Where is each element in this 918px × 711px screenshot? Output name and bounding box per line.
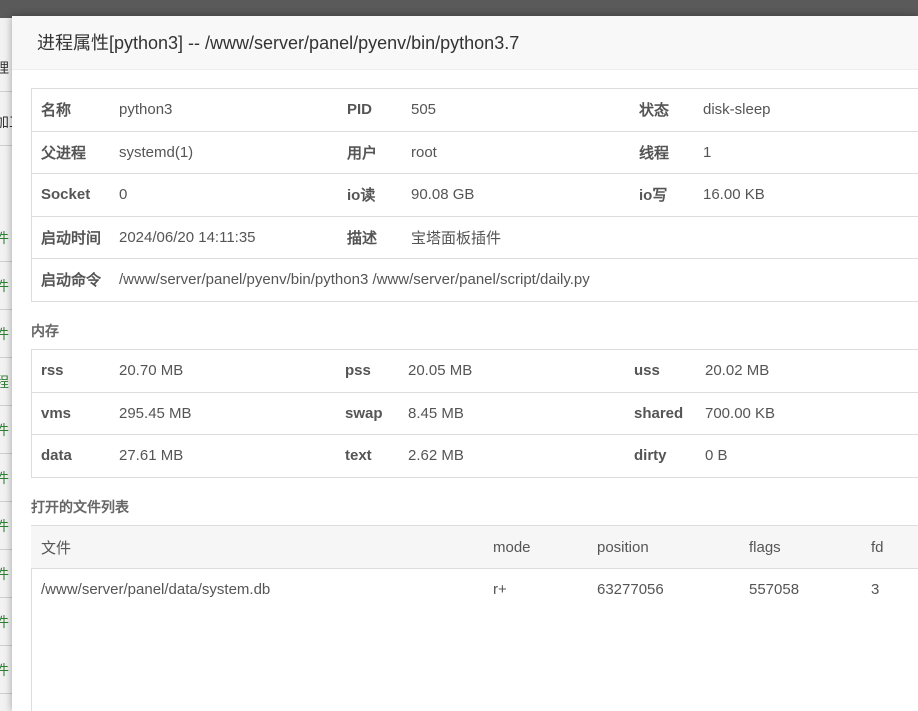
table-row: 启动命令 /www/server/panel/pyenv/bin/python3… [31, 258, 918, 302]
open-files-table: 文件 mode position flags fd /www/server/pa… [31, 525, 918, 611]
file-mode-cell: r+ [493, 581, 507, 599]
shared-label: shared [634, 391, 705, 435]
background-list-item: 件 [0, 406, 12, 454]
table-header-row: 文件 mode position flags fd [31, 525, 918, 569]
background-list-item: 件 [0, 214, 12, 262]
rss-label: rss [31, 349, 119, 392]
open-files-section-title: 打开的文件列表 [31, 499, 129, 515]
threads-label: 线程 [639, 130, 703, 174]
column-header-flags[interactable]: flags [749, 525, 871, 569]
swap-value: 8.45 MB [408, 391, 634, 435]
table-row: 名称 python3 PID 505 状态 disk-sleep [31, 88, 918, 131]
background-list-item: 理 [0, 44, 12, 92]
background-list-item: 件 [0, 550, 12, 598]
dirty-value: 0 B [705, 434, 918, 478]
background-list-item: 件 [0, 646, 12, 694]
background-list-item: 件 [0, 598, 12, 646]
memory-table: rss 20.70 MB pss 20.05 MB uss 20.02 MB v… [31, 349, 918, 478]
table-row: data 27.61 MB text 2.62 MB dirty 0 B [31, 434, 918, 478]
table-row: vms 295.45 MB swap 8.45 MB shared 700.00… [31, 391, 918, 435]
name-value: python3 [119, 88, 347, 131]
text-label: text [345, 434, 408, 478]
table-row: rss 20.70 MB pss 20.05 MB uss 20.02 MB [31, 349, 918, 392]
table-row: Socket 0 io读 90.08 GB io写 16.00 KB [31, 173, 918, 216]
vms-value: 295.45 MB [119, 391, 345, 435]
column-header-fd[interactable]: fd [871, 525, 918, 569]
status-value: disk-sleep [703, 88, 918, 131]
background-list-item: 件 [0, 502, 12, 550]
dialog-title: 进程属性[python3] -- /www/server/panel/pyenv… [37, 33, 520, 53]
background-list-item: 件 [0, 262, 12, 310]
file-flags-cell: 557058 [749, 581, 800, 599]
uss-value: 20.02 MB [705, 349, 918, 392]
process-properties-dialog: 进程属性[python3] -- /www/server/panel/pyenv… [12, 16, 918, 711]
table-row: 启动时间 2024/06/20 14:11:35 描述 宝塔面板插件 [31, 215, 918, 259]
background-list-item: 加工 [0, 98, 12, 146]
rss-value: 20.70 MB [119, 349, 345, 392]
background-list: 理 加工 件 件 件 程 件 件 件 件 件 件 [0, 18, 12, 711]
background-list-item: 程 [0, 358, 12, 406]
io-write-value: 16.00 KB [703, 173, 918, 216]
user-value: root [411, 130, 639, 174]
description-value: 宝塔面板插件 [411, 215, 918, 259]
pss-label: pss [345, 349, 408, 392]
column-header-file[interactable]: 文件 [31, 525, 493, 569]
command-label: 启动命令 [31, 258, 119, 302]
file-fd-cell: 3 [871, 581, 880, 599]
background-list-item: 件 [0, 310, 12, 358]
start-time-value: 2024/06/20 14:11:35 [119, 215, 347, 259]
socket-label: Socket [31, 173, 119, 216]
socket-value: 0 [119, 173, 347, 216]
start-time-label: 启动时间 [31, 215, 119, 259]
io-read-value: 90.08 GB [411, 173, 639, 216]
parent-label: 父进程 [31, 130, 119, 174]
column-header-mode[interactable]: mode [493, 525, 597, 569]
data-label: data [31, 434, 119, 478]
io-write-label: io写 [639, 173, 703, 216]
threads-value: 1 [703, 130, 918, 174]
file-path-cell: /www/server/panel/data/system.db [41, 581, 271, 599]
vms-label: vms [31, 391, 119, 435]
status-label: 状态 [639, 88, 703, 131]
pss-value: 20.05 MB [408, 349, 634, 392]
process-info-table: 名称 python3 PID 505 状态 disk-sleep 父进程 sys… [31, 88, 918, 302]
dialog-header[interactable]: 进程属性[python3] -- /www/server/panel/pyenv… [12, 16, 918, 70]
io-read-label: io读 [347, 173, 411, 216]
table-row: /www/server/panel/data/system.db r+ 6327… [31, 569, 918, 611]
data-value: 27.61 MB [119, 434, 345, 478]
pid-label: PID [347, 88, 411, 131]
name-label: 名称 [31, 88, 119, 131]
parent-value: systemd(1) [119, 130, 347, 174]
description-label: 描述 [347, 215, 411, 259]
column-header-position[interactable]: position [597, 525, 749, 569]
command-value: /www/server/panel/pyenv/bin/python3 /www… [119, 258, 918, 302]
user-label: 用户 [347, 130, 411, 174]
background-list-item: 件 [0, 454, 12, 502]
table-row: 父进程 systemd(1) 用户 root 线程 1 [31, 130, 918, 174]
shared-value: 700.00 KB [705, 391, 918, 435]
swap-label: swap [345, 391, 408, 435]
file-position-cell: 63277056 [597, 581, 664, 599]
text-value: 2.62 MB [408, 434, 634, 478]
memory-section-title: 内存 [31, 323, 59, 339]
uss-label: uss [634, 349, 705, 392]
dirty-label: dirty [634, 434, 705, 478]
pid-value: 505 [411, 88, 639, 131]
